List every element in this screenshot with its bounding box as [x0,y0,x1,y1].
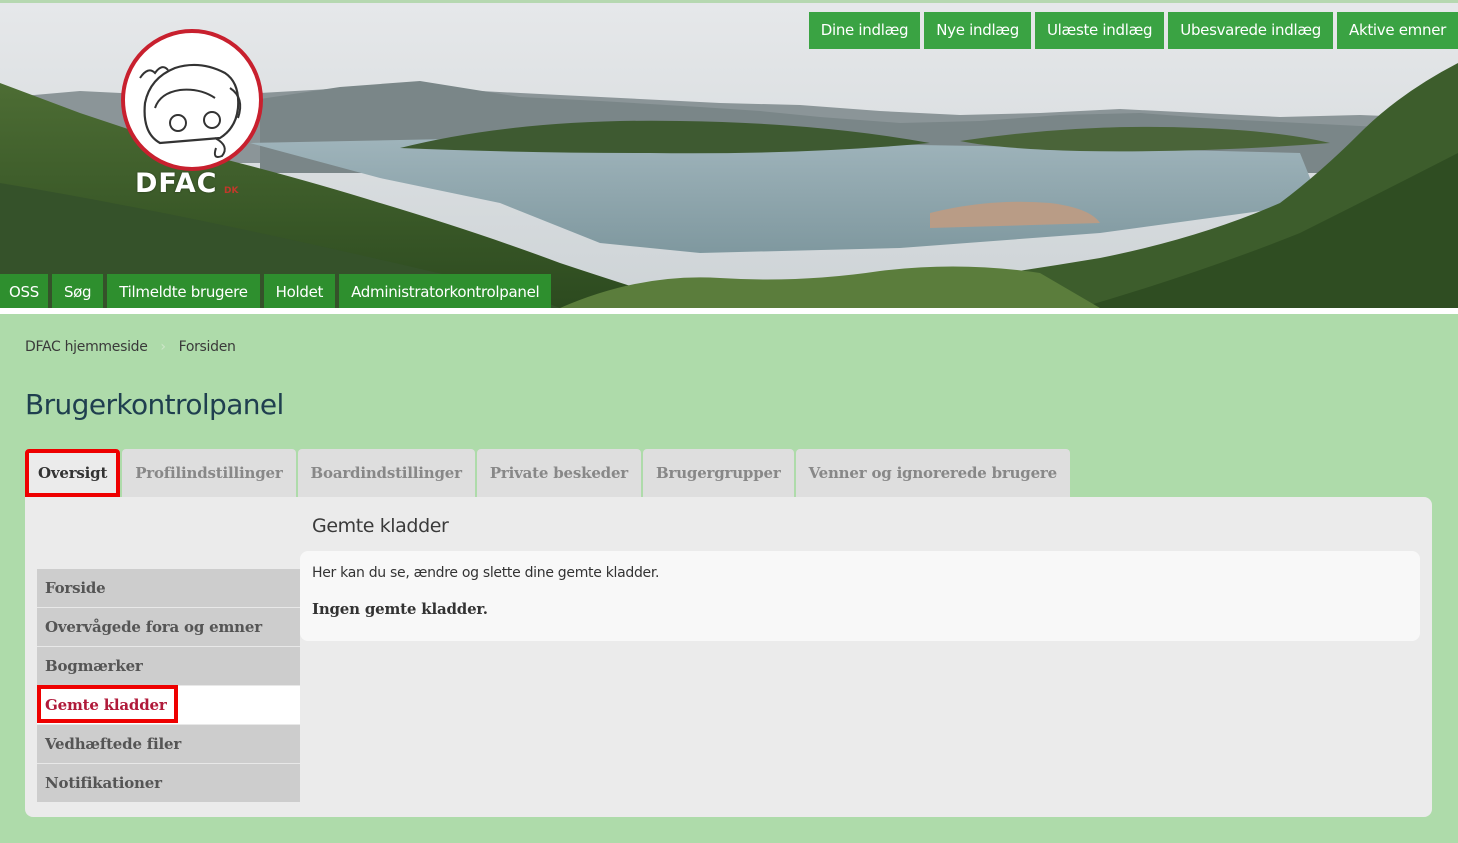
quicklink-ubesvarede-indlaeg[interactable]: Ubesvarede indlæg [1168,12,1333,49]
tab-oversigt[interactable]: Oversigt [25,449,121,497]
nav-holdet[interactable]: Holdet [263,274,336,308]
quicklink-nye-indlaeg[interactable]: Nye indlæg [924,12,1031,49]
breadcrumb-item-home[interactable]: DFAC hjemmeside [25,339,148,355]
tab-private-beskeder[interactable]: Private beskeder [476,449,642,497]
sidemenu-item-forside[interactable]: Forside [37,569,300,608]
nav-administratorkontrolpanel[interactable]: Administratorkontrolpanel [339,274,552,308]
nav-soeg[interactable]: Søg [51,274,104,308]
site-header: DFAC DK Dine indlæg Nye indlæg Ulæste in… [0,0,1458,308]
quicklink-ulaeste-indlaeg[interactable]: Ulæste indlæg [1034,12,1165,49]
sidemenu-item-notifikationer[interactable]: Notifikationer [37,764,300,802]
ucp-sidemenu: Forside Overvågede fora og emner Bogmærk… [37,569,300,802]
breadcrumb: DFAC hjemmeside › Forsiden [25,339,236,355]
section-title: Gemte kladder [312,515,449,537]
breadcrumb-item-forsiden[interactable]: Forsiden [179,339,236,355]
drafts-empty-message: Ingen gemte kladder. [312,600,488,618]
sidemenu-item-overvaagede-fora[interactable]: Overvågede fora og emner [37,608,300,647]
nav-tilmeldte-brugere[interactable]: Tilmeldte brugere [107,274,260,308]
quicklink-dine-indlaeg[interactable]: Dine indlæg [808,12,921,49]
page-title: Brugerkontrolpanel [25,388,284,421]
quicklinks-bar: Dine indlæg Nye indlæg Ulæste indlæg Ube… [808,12,1458,49]
nav-oss[interactable]: OSS [0,274,48,308]
tab-brugergrupper[interactable]: Brugergrupper [643,449,794,497]
sidemenu-item-vedhaeftede-filer[interactable]: Vedhæftede filer [37,725,300,764]
sidemenu-item-gemte-kladder[interactable]: Gemte kladder [37,685,300,725]
sidemenu-item-bogmaerker[interactable]: Bogmærker [37,647,300,686]
tab-venner-og-ignorerede-brugere[interactable]: Venner og ignorerede brugere [795,449,1070,497]
header-divider [0,308,1458,314]
drafts-description: Her kan du se, ændre og slette dine gemt… [312,565,660,581]
ucp-panel: Forside Overvågede fora og emner Bogmærk… [25,497,1432,817]
breadcrumb-separator-icon: › [160,339,166,355]
quicklink-aktive-emner[interactable]: Aktive emner [1336,12,1458,49]
main-nav: OSS Søg Tilmeldte brugere Holdet Adminis… [0,274,552,308]
tab-profilindstillinger[interactable]: Profilindstillinger [122,449,296,497]
drafts-info-box: Her kan du se, ændre og slette dine gemt… [300,551,1420,641]
highlight-box [37,685,178,723]
logo-text: DFAC [135,168,218,199]
ucp-tabs: Oversigt Profilindstillinger Boardindsti… [25,449,1070,497]
logo-country-label: DK [224,186,239,196]
tab-boardindstillinger[interactable]: Boardindstillinger [297,449,475,497]
